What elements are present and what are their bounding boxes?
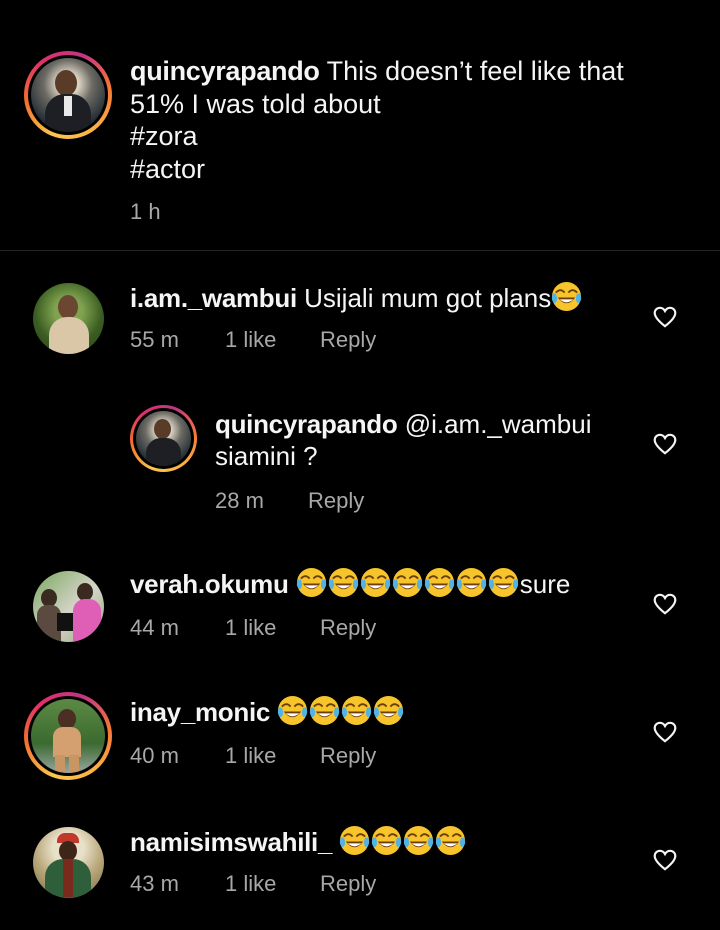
face-with-tears-of-joy-icon (373, 695, 404, 726)
reply-button[interactable]: Reply (320, 743, 376, 769)
face-with-tears-of-joy-icon (341, 695, 372, 726)
face-with-tears-of-joy-icon (360, 567, 391, 598)
heart-outline-icon[interactable] (652, 591, 678, 617)
comment-timestamp: 28 m (215, 488, 264, 513)
face-with-tears-of-joy-icon (424, 567, 455, 598)
username-link[interactable]: verah.okumu (130, 569, 289, 599)
heart-outline-icon[interactable] (652, 719, 678, 745)
avatar[interactable] (33, 827, 104, 898)
username-link[interactable]: i.am._wambui (130, 283, 297, 313)
reply-button[interactable]: Reply (320, 871, 376, 897)
mention-link[interactable]: @i.am._wambui (397, 409, 592, 439)
comment-item: namisimswahili_ 43 m 1 like Reply (0, 827, 720, 907)
emoji-group (277, 697, 405, 727)
avatar[interactable] (31, 699, 105, 773)
hashtag-link[interactable]: #actor (130, 153, 690, 186)
heart-outline-icon[interactable] (652, 431, 678, 457)
avatar[interactable] (33, 283, 104, 354)
comment-text: quincyrapando @i.am._wambui siamini ? (215, 408, 635, 472)
comment-text: namisimswahili_ (130, 825, 630, 858)
comment-meta: 44 m 1 like Reply (130, 615, 376, 641)
comment-timestamp: 55 m (130, 327, 179, 352)
comment-body: sure (519, 569, 571, 599)
likes-count[interactable]: 1 like (225, 871, 320, 897)
face-with-tears-of-joy-icon (296, 567, 327, 598)
face-with-tears-of-joy-icon (277, 695, 308, 726)
likes-count[interactable]: 1 like (225, 743, 320, 769)
comment-timestamp: 43 m (130, 871, 179, 896)
reply-button[interactable]: Reply (320, 615, 376, 641)
likes-count[interactable]: 1 like (225, 615, 320, 641)
face-with-tears-of-joy-icon (435, 825, 466, 856)
reply-item: quincyrapando @i.am._wambui siamini ? 28… (0, 405, 720, 515)
comment-body: siamini ? (215, 441, 318, 471)
face-with-tears-of-joy-icon (392, 567, 423, 598)
avatar[interactable] (31, 58, 105, 132)
username-link[interactable]: namisimswahili_ (130, 827, 332, 857)
username-link[interactable]: quincyrapando (215, 409, 398, 439)
caption-timestamp: 1 h (130, 199, 161, 224)
face-with-tears-of-joy-icon (339, 825, 370, 856)
comment-text: i.am._wambui Usijali mum got plans (130, 281, 630, 314)
face-with-tears-of-joy-icon (551, 281, 582, 312)
face-with-tears-of-joy-icon (456, 567, 487, 598)
post-caption: quincyrapando This doesn’t feel like tha… (0, 0, 720, 251)
face-with-tears-of-joy-icon (309, 695, 340, 726)
face-with-tears-of-joy-icon (371, 825, 402, 856)
username-link[interactable]: inay_monic (130, 697, 270, 727)
face-with-tears-of-joy-icon (488, 567, 519, 598)
heart-outline-icon[interactable] (652, 304, 678, 330)
reply-button[interactable]: Reply (308, 488, 364, 514)
emoji-group (339, 827, 467, 857)
comment-item: i.am._wambui Usijali mum got plans 55 m … (0, 283, 720, 363)
avatar[interactable] (136, 411, 191, 466)
emoji-group (296, 569, 520, 599)
caption-body-line2: 51% I was told about (130, 88, 381, 119)
caption-body: This doesn’t feel like that (319, 56, 624, 86)
username-link[interactable]: quincyrapando (130, 56, 320, 86)
caption-text: quincyrapando This doesn’t feel like tha… (130, 55, 690, 185)
comment-text: inay_monic (130, 695, 630, 728)
comment-meta: 43 m 1 like Reply (130, 871, 376, 897)
comment-timestamp: 40 m (130, 743, 179, 768)
comment-meta: 28 m Reply (215, 488, 364, 514)
face-with-tears-of-joy-icon (328, 567, 359, 598)
comment-body: Usijali mum got plans (296, 283, 552, 313)
comment-item: inay_monic 40 m 1 like Reply (0, 692, 720, 782)
face-with-tears-of-joy-icon (403, 825, 434, 856)
hashtag-link[interactable]: #zora (130, 120, 690, 153)
avatar[interactable] (33, 571, 104, 642)
comment-text: verah.okumu sure (130, 567, 630, 600)
likes-count[interactable]: 1 like (225, 327, 320, 353)
reply-button[interactable]: Reply (320, 327, 376, 353)
comment-timestamp: 44 m (130, 615, 179, 640)
heart-outline-icon[interactable] (652, 847, 678, 873)
comment-item: verah.okumu sure 44 m 1 like Reply (0, 571, 720, 651)
comment-meta: 40 m 1 like Reply (130, 743, 376, 769)
comment-meta: 55 m 1 like Reply (130, 327, 376, 353)
